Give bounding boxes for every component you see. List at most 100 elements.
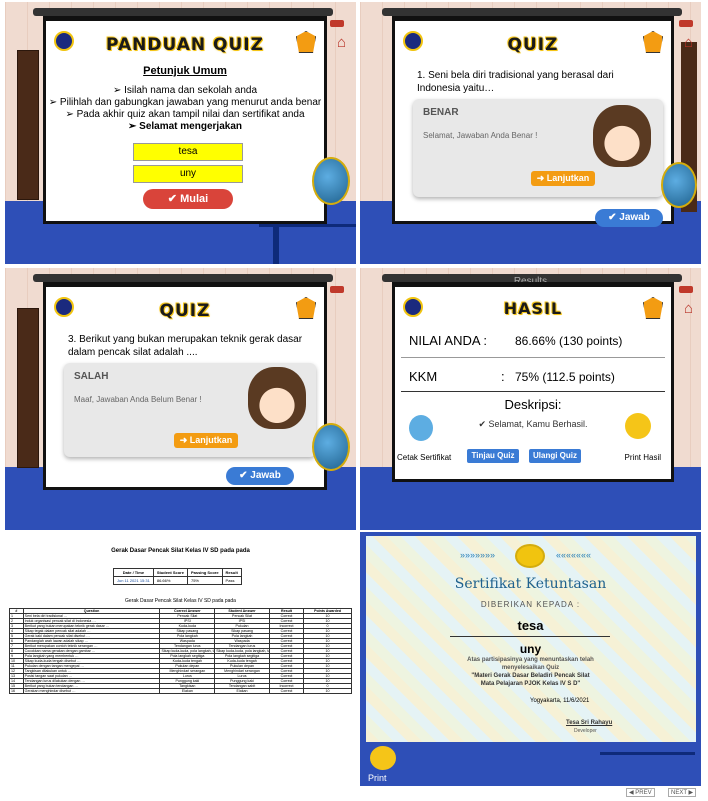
table-cell: Correct [268,688,305,694]
prev-button[interactable]: ◀ PREV [626,788,655,797]
panel-guide: PANDUAN QUIZ Petunjuk Umum ➢ Isilah nama… [5,2,356,264]
desk [600,752,695,755]
print-label[interactable]: Print Hasil [625,453,661,462]
recipient-line [450,636,610,637]
globe-icon [661,162,697,208]
feedback-card: BENAR Selamat, Jawaban Anda Benar ! ➜ La… [413,99,663,197]
medal-icon [515,544,545,568]
page-title: QUIZ [507,35,559,55]
given-to-label: DIBERIKAN KEPADA : [480,600,581,609]
retry-quiz-button[interactable]: Ulangi Quiz [529,449,581,463]
chevrons-right: ««««««« [556,550,592,560]
score-value: 86.66% (130 points) [515,334,623,348]
table-cell: Sikap kuda-kuda, pola langkah, tangkisan [159,648,216,654]
signer-name: Tesa Sri Rahayu [566,720,613,726]
start-button[interactable]: ✔ Mulai [143,189,233,209]
feedback-title: BENAR [423,107,459,118]
page-title: HASIL [503,299,563,318]
score-label: NILAI ANDA : [409,333,488,348]
menu-tag [330,20,344,27]
recipient-name: tesa [517,618,544,633]
certificate-icon[interactable] [409,415,433,441]
panel-certificate: »»»»»»» ««««««« Sertifikat Ketuntasan DI… [360,532,701,786]
name-field[interactable]: tesa [133,143,243,161]
home-icon[interactable]: ⌂ [684,34,693,51]
screen: HASIL NILAI ANDA : 86.66% (130 points) K… [392,282,674,482]
avatar-sad [248,367,306,429]
answer-button[interactable]: ✔ Jawab [595,209,663,227]
summary-cell: 86.66% [152,576,188,585]
certificate-label[interactable]: Cetak Sertifikat [397,453,451,462]
home-icon[interactable]: ⌂ [684,300,693,317]
instruction-3: ➢ Pada akhir quiz akan tampil nilai dan … [65,109,305,120]
place-date: Yogyakarta, 11/6/2021 [530,698,590,704]
summary-header: Student Score [152,568,188,577]
instruction-2: ➢ Pilihlah dan gabungkan jawaban yang me… [48,97,322,108]
panel-report: Gerak Dasar Pencak Silat Kelas IV SD pad… [5,532,356,798]
report-subtitle: Gerak Dasar Pencak Silat Kelas IV SD pad… [125,598,236,604]
panel-quiz-wrong: QUIZ 3. Berikut yang bukan merupakan tek… [5,268,356,530]
print-label[interactable]: Print [368,773,387,783]
avatar-happy [593,105,651,167]
description-title: Deskripsi: [504,397,562,412]
instruction-4: ➢ Selamat mengerjakan [128,121,242,132]
recipient-school: uny [519,642,542,656]
page-title: PANDUAN QUIZ [106,35,264,55]
next-button[interactable]: NEXT ▶ [668,788,697,797]
certificate-line-1: Atas partisipasinya yang menuntaskan tel… [467,657,594,663]
question-text: 3. Berikut yang bukan merupakan teknik g… [68,334,303,358]
panel-results: Results HASIL NILAI ANDA : 86.66% (130 p… [360,268,701,530]
summary-cell: 75% [186,576,223,585]
subtitle: Petunjuk Umum [143,65,227,77]
questions-table: # Question Correct Answer Student Answer Res… [9,608,352,694]
certificate-heading: Sertifikat Ketuntasan [454,576,607,592]
chevrons-left: »»»»»»» [460,550,496,560]
screen: PANDUAN QUIZ Petunjuk Umum ➢ Isilah nama… [43,16,327,224]
signer-role: Developer [574,728,597,734]
feedback-title: SALAH [74,371,109,382]
menu-tag [679,20,693,27]
table-cell: 16 [9,688,24,694]
question-text: 1. Seni bela diri tradisional yang beras… [417,70,614,94]
globe-icon [312,157,350,205]
screen-bar [33,274,333,282]
print-icon[interactable] [625,413,651,439]
screen: QUIZ 1. Seni bela diri tradisional yang … [392,16,674,227]
table-row: 16 Gerakan menghindar disebut … Elakan Elak… [9,688,352,694]
feedback-message: Selamat, Jawaban Anda Benar ! [423,131,538,140]
summary-cell: Pass [221,576,242,585]
page-title: QUIZ [159,301,211,321]
report-title: Gerak Dasar Pencak Silat Kelas IV SD pad… [111,548,250,554]
certificate-line-3: "Materi Gerak Dasar Beladiri Pencak Sila… [471,673,590,679]
summary-cell: Jun 11 2021 15:31 [113,576,154,585]
table-cell: Elakan [214,688,270,694]
feedback-message: Maaf, Jawaban Anda Belum Benar ! [74,395,202,404]
review-quiz-button[interactable]: Tinjau Quiz [467,449,519,463]
continue-button[interactable]: ➜ Lanjutkan [531,171,595,186]
kkm-value: 75% (112.5 points) [515,370,615,384]
continue-button[interactable]: ➜ Lanjutkan [174,433,238,448]
table-cell: 10 [303,688,352,694]
table-cell: Gerakan menghindar disebut … [22,688,161,694]
home-icon[interactable]: ⌂ [337,34,346,51]
certificate-line-4: Mata Pelajaran PJOK Kelas IV S D" [480,681,581,687]
shelf [17,50,39,200]
school-field[interactable]: uny [133,165,243,183]
table-cell: Elakan [159,688,216,694]
summary-header: Result [221,568,242,577]
kkm-colon: : [501,369,505,384]
answer-button[interactable]: ✔ Jawab [226,467,294,485]
instruction-1: ➢ Isilah nama dan sekolah anda [112,85,258,96]
divider-2 [401,391,665,392]
divider [401,357,665,358]
screen-bar [33,8,333,16]
desk-leg [273,227,279,264]
summary-header: Date / Time [113,568,154,577]
kkm-label: KKM [409,369,438,384]
certificate-line-2: menyelesaikan Quiz [501,665,560,671]
globe-icon [312,423,350,471]
print-icon[interactable] [370,746,396,770]
shelf [17,308,39,468]
feedback-card: SALAH Maaf, Jawaban Anda Belum Benar ! ➜… [64,363,316,457]
menu-tag [330,286,344,293]
